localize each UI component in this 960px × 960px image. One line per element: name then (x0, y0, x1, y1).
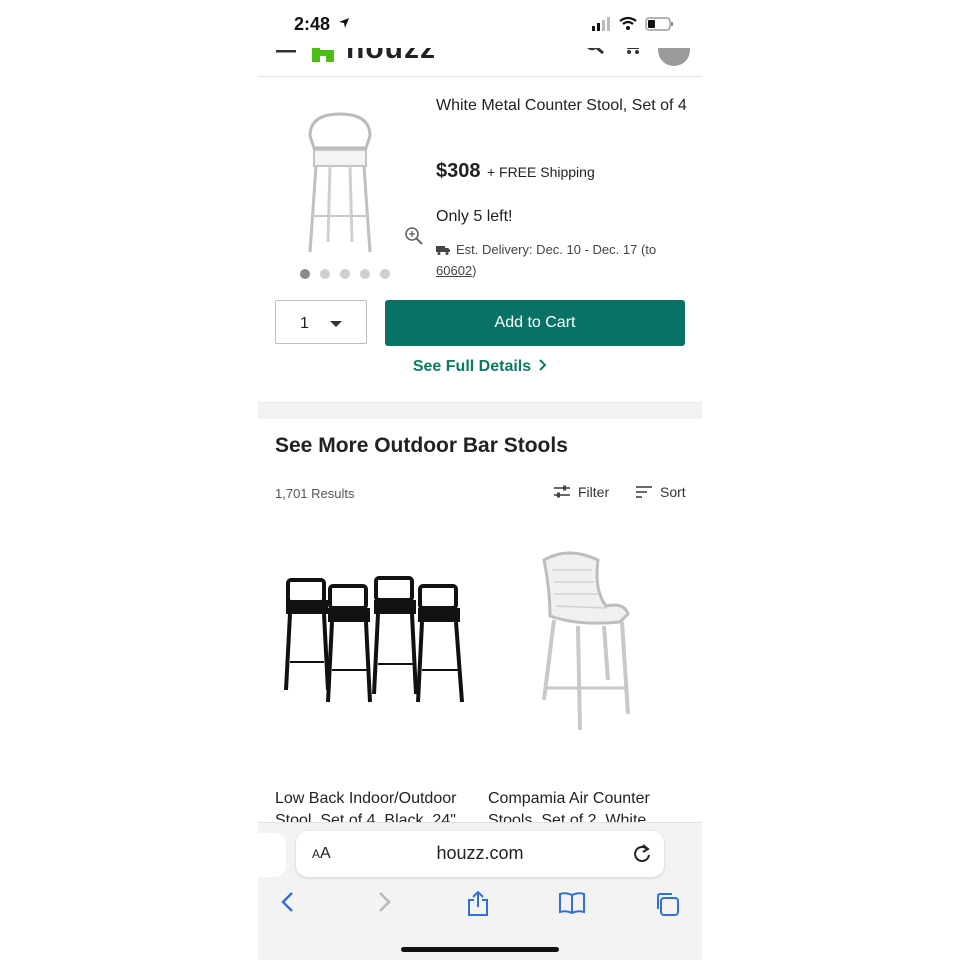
url-text: houzz.com (436, 843, 524, 863)
chevron-right-icon (539, 358, 547, 376)
carousel-dot[interactable] (380, 269, 390, 279)
status-bar: 2:48 (258, 0, 702, 48)
menu-icon[interactable] (276, 48, 296, 63)
search-icon[interactable] (584, 48, 606, 61)
location-arrow-icon (338, 16, 350, 34)
sort-icon (636, 486, 652, 498)
shipping-label: + FREE Shipping (486, 164, 595, 180)
product-price: $308 (436, 160, 481, 182)
site-header: houzz (258, 48, 702, 77)
status-time: 2:48 (294, 14, 331, 34)
chevron-down-icon (330, 321, 342, 327)
back-icon[interactable] (280, 891, 296, 918)
delivery-estimate: Est. Delivery: Dec. 10 - Dec. 17 (to 606… (436, 240, 686, 281)
zip-code-link[interactable]: 60602 (436, 263, 472, 278)
stock-status: Only 5 left! (436, 208, 513, 225)
previous-tab-preview[interactable] (258, 833, 286, 877)
share-icon[interactable] (466, 890, 490, 922)
houzz-logo-icon[interactable] (312, 48, 334, 62)
cart-icon[interactable] (622, 48, 642, 61)
add-to-cart-button[interactable]: Add to Cart (385, 300, 685, 346)
reload-icon[interactable] (632, 843, 652, 868)
section-title: See More Outdoor Bar Stools (275, 434, 568, 457)
delivery-suffix: ) (472, 263, 477, 278)
browser-toolbar: AA houzz.com (258, 822, 702, 960)
results-count: 1,701 Results (275, 486, 355, 501)
filter-icon (554, 485, 570, 498)
product-card-image[interactable] (528, 550, 638, 734)
see-full-details-label: See Full Details (412, 358, 532, 375)
sort-button[interactable]: Sort (636, 484, 686, 500)
zoom-in-icon[interactable] (404, 226, 424, 251)
tabs-icon[interactable] (654, 891, 680, 922)
section-divider (258, 402, 702, 419)
carousel-dot[interactable] (340, 269, 350, 279)
wifi-icon (619, 16, 637, 30)
bookmarks-icon[interactable] (558, 891, 586, 920)
signal-icon (592, 17, 610, 31)
image-carousel-dots[interactable] (300, 266, 400, 284)
carousel-dot[interactable] (320, 269, 330, 279)
truck-icon (436, 241, 450, 261)
address-bar[interactable]: AA houzz.com (296, 831, 664, 877)
price-row: $308 + FREE Shipping (436, 160, 595, 183)
product-title: White Metal Counter Stool, Set of 4 (436, 97, 687, 114)
forward-icon[interactable] (376, 891, 392, 918)
quantity-value: 1 (300, 315, 309, 332)
delivery-text: Est. Delivery: Dec. 10 - Dec. 17 (to (456, 242, 657, 257)
phone-screen: 2:48 houzz White Metal Counter Stool, Se… (258, 0, 702, 960)
status-icons (592, 16, 680, 37)
home-indicator[interactable] (401, 947, 559, 952)
product-card-image[interactable] (280, 572, 466, 708)
carousel-dot[interactable] (300, 269, 310, 279)
quantity-select[interactable]: 1 (275, 300, 367, 344)
battery-icon (645, 17, 673, 31)
avatar[interactable] (658, 48, 690, 66)
product-image[interactable] (300, 106, 380, 256)
filter-button[interactable]: Filter (554, 484, 609, 500)
filter-label: Filter (578, 484, 610, 500)
houzz-logo-text[interactable]: houzz (346, 48, 436, 66)
carousel-dot[interactable] (360, 269, 370, 279)
see-full-details-link[interactable]: See Full Details (258, 358, 702, 376)
sort-label: Sort (660, 484, 686, 500)
